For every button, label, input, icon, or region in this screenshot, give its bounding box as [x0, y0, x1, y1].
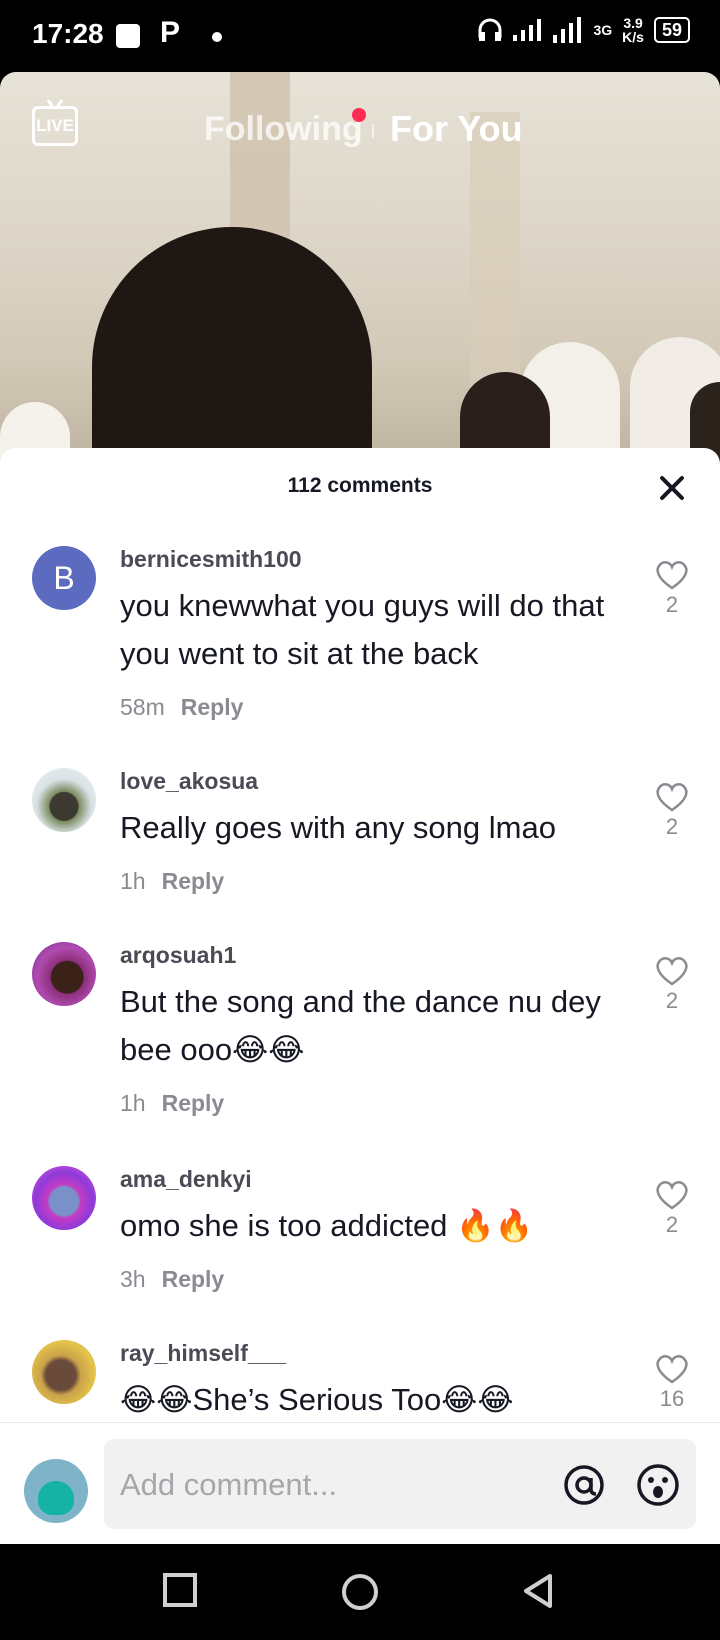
tab-for-you[interactable]: For You [390, 108, 523, 150]
comments-sheet: 112 comments B bernicesmith100 you kneww… [0, 448, 720, 1544]
comment-meta: 1h Reply [120, 868, 224, 895]
comment-input-bar: Add comment... [0, 1422, 720, 1544]
speed-unit: K/s [622, 29, 644, 45]
comment-text: you knewwhat you guys will do that you w… [120, 588, 605, 671]
circle-icon [342, 1574, 378, 1610]
comment-text: 😂😂She’s Serious Too😂😂 [120, 1382, 514, 1417]
like-button[interactable]: 16 [652, 1354, 692, 1412]
comment-text: But the song and the dance nu dey bee oo… [120, 984, 601, 1067]
like-count: 2 [665, 988, 679, 1013]
status-time: 17:28 [32, 18, 104, 49]
tab-divider [372, 124, 374, 138]
comment-text: omo she is too addicted 🔥🔥 [120, 1208, 534, 1243]
signal-icon [513, 19, 542, 41]
comment-username[interactable]: bernicesmith100 [120, 546, 302, 573]
comment-input[interactable]: Add comment... [104, 1439, 696, 1529]
system-nav-bar [0, 1544, 720, 1640]
avatar[interactable] [32, 1340, 96, 1404]
signal-icon-2 [553, 17, 582, 43]
close-icon[interactable] [656, 472, 688, 504]
like-button[interactable]: 2 [652, 782, 692, 840]
avatar[interactable] [32, 768, 96, 832]
network-speed: 3.9 K/s [622, 16, 644, 44]
comment-username[interactable]: ama_denkyi [120, 1166, 252, 1193]
avatar[interactable]: B [32, 546, 96, 610]
reply-button[interactable]: Reply [181, 694, 244, 720]
like-button[interactable]: 2 [652, 560, 692, 618]
comment-item: love_akosua Really goes with any song lm… [0, 768, 720, 918]
recents-button[interactable] [162, 1572, 198, 1613]
status-bar: 17:28 P 3G 3.9 K/s 59 [0, 0, 720, 72]
more-notifications-icon [212, 32, 222, 42]
heart-icon [656, 957, 688, 986]
comment-meta: 3h Reply [120, 1266, 224, 1293]
comment-item: arqosuah1 But the song and the dance nu … [0, 942, 720, 1142]
reply-button[interactable]: Reply [162, 868, 225, 894]
back-triangle-icon [524, 1574, 552, 1608]
like-count: 16 [659, 1386, 685, 1411]
comments-header: 112 comments [0, 448, 720, 528]
comment-item: ama_denkyi omo she is too addicted 🔥🔥 3h… [0, 1166, 720, 1316]
battery-indicator: 59 [653, 17, 690, 43]
comment-meta: 1h Reply [120, 1090, 224, 1117]
top-nav: LIVE Following For You [0, 72, 720, 182]
heart-icon [656, 1181, 688, 1210]
square-icon [163, 1573, 197, 1607]
like-count: 2 [665, 592, 679, 617]
home-button[interactable] [340, 1572, 380, 1617]
heart-icon [656, 561, 688, 590]
new-content-dot [352, 108, 366, 122]
emoji-icon[interactable] [636, 1463, 680, 1507]
avatar[interactable] [32, 1166, 96, 1230]
avatar[interactable] [32, 942, 96, 1006]
status-right: 3G 3.9 K/s 59 [477, 16, 690, 44]
parking-app-icon: P [160, 16, 181, 49]
my-avatar[interactable] [24, 1459, 88, 1523]
like-count: 2 [665, 814, 679, 839]
reply-button[interactable]: Reply [162, 1266, 225, 1292]
network-type: 3G [593, 22, 613, 38]
tab-following[interactable]: Following [204, 110, 363, 149]
comment-meta: 58m Reply [120, 694, 243, 721]
like-button[interactable]: 2 [652, 1180, 692, 1238]
mention-icon[interactable] [562, 1463, 606, 1507]
heart-icon [656, 783, 688, 812]
notification-icon [116, 24, 140, 48]
heart-icon [656, 1355, 688, 1384]
back-button[interactable] [520, 1572, 556, 1615]
comment-time: 1h [120, 1090, 146, 1116]
comment-username[interactable]: love_akosua [120, 768, 258, 795]
comment-text: Really goes with any song lmao [120, 810, 556, 845]
headphones-icon [478, 18, 502, 41]
reply-button[interactable]: Reply [162, 1090, 225, 1116]
like-count: 2 [665, 1212, 679, 1237]
like-button[interactable]: 2 [652, 956, 692, 1014]
comment-time: 1h [120, 868, 146, 894]
comment-username[interactable]: ray_himself___ [120, 1340, 286, 1367]
comment-time: 58m [120, 694, 165, 720]
comment-input-placeholder: Add comment... [120, 1467, 338, 1502]
live-icon[interactable]: LIVE [32, 106, 78, 146]
comment-item: B bernicesmith100 you knewwhat you guys … [0, 546, 720, 746]
comments-count-title: 112 comments [287, 474, 433, 497]
comment-username[interactable]: arqosuah1 [120, 942, 236, 969]
comment-time: 3h [120, 1266, 146, 1292]
